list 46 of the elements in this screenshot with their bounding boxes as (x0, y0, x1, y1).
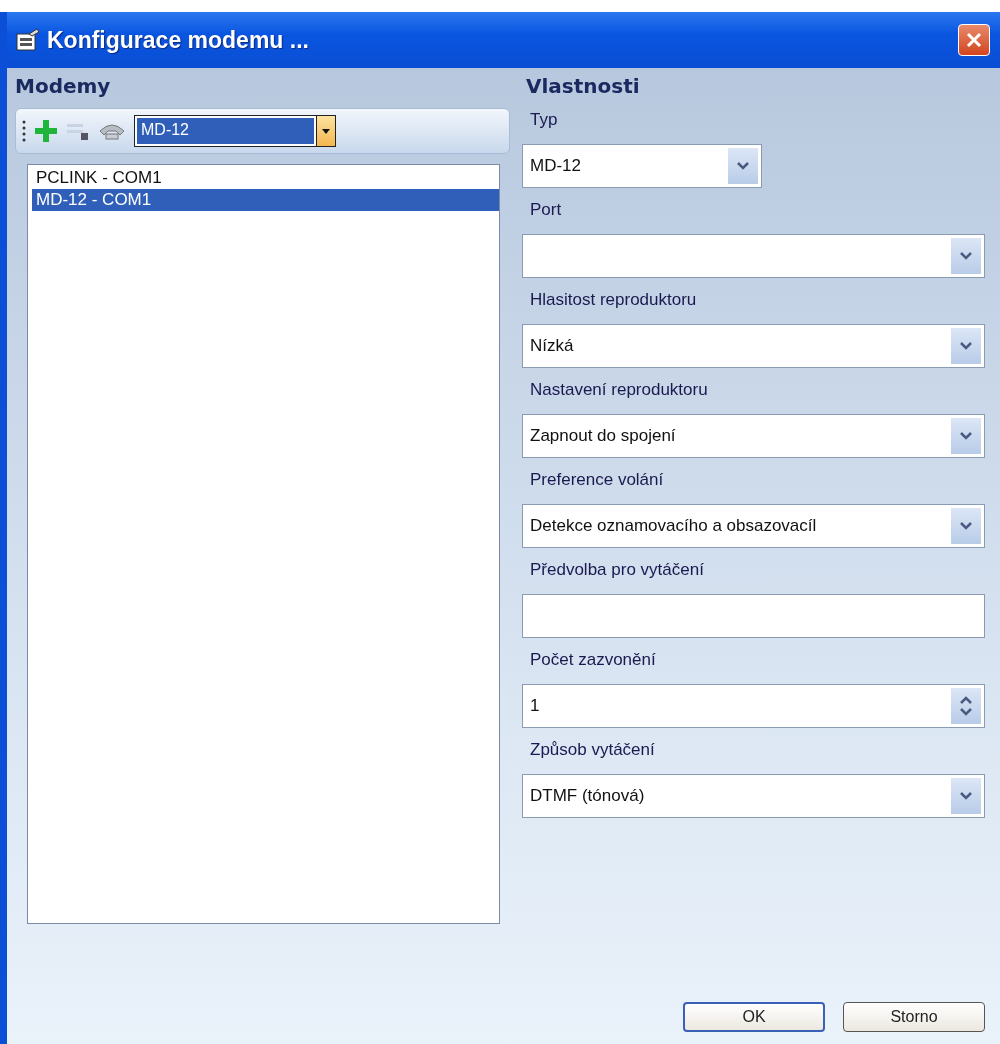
cancel-button[interactable]: Storno (843, 1002, 985, 1032)
dropdown[interactable] (522, 234, 985, 278)
field-value: Nízká (530, 336, 575, 356)
input-field[interactable] (522, 594, 985, 638)
chevron-down-icon (959, 341, 973, 351)
list-item[interactable]: PCLINK - COM1 (32, 167, 499, 189)
field-label: Hlasitost reproduktoru (530, 290, 698, 310)
caret-icon (322, 128, 330, 134)
field-value: Zapnout do spojení (530, 426, 677, 446)
field-value: MD-12 (530, 156, 582, 176)
field-label: Typ (530, 110, 559, 130)
dropdown[interactable]: Zapnout do spojení (522, 414, 985, 458)
chevron-down-icon (736, 161, 750, 171)
dropdown[interactable]: MD-12 (522, 144, 762, 188)
grip-icon (22, 119, 26, 143)
spinner-arrows-icon (959, 695, 973, 717)
edit-list-icon[interactable] (66, 121, 90, 141)
chevron-down-icon (959, 431, 973, 441)
close-icon (965, 31, 983, 49)
field-label: Port (530, 200, 563, 220)
chevron-down-icon (959, 521, 973, 531)
dropdown[interactable]: Detekce oznamovacího a obsazovacíl (522, 504, 985, 548)
chevron-down-icon (959, 791, 973, 801)
dropdown[interactable]: DTMF (tónová) (522, 774, 985, 818)
spinner-field[interactable]: 1 (522, 684, 985, 728)
field-label: Počet zazvonění (530, 650, 657, 670)
field-value: Detekce oznamovacího a obsazovacíl (530, 516, 818, 536)
field-label: Nastavení reproduktoru (530, 380, 709, 400)
window-title: Konfigurace modemu ... (47, 26, 310, 54)
selector-value: MD-12 (137, 118, 314, 144)
list-item[interactable]: MD-12 - COM1 (32, 189, 499, 211)
phone-icon[interactable] (98, 121, 126, 141)
close-button[interactable] (958, 24, 990, 56)
window-icon (15, 28, 41, 52)
field-value: 1 (530, 696, 541, 716)
field-label: Způsob vytáčení (530, 740, 656, 760)
field-label: Preference volání (530, 470, 665, 490)
dropdown[interactable]: Nízká (522, 324, 985, 368)
section-heading: Vlastnosti (526, 74, 641, 100)
add-icon[interactable] (34, 119, 58, 143)
chevron-down-icon (959, 251, 973, 261)
section-heading: Modemy (15, 74, 112, 100)
modem-selector[interactable]: MD-12 (134, 115, 336, 147)
ok-button[interactable]: OK (683, 1002, 825, 1032)
field-label: Předvolba pro vytáčení (530, 560, 705, 580)
field-value: DTMF (tónová) (530, 786, 646, 806)
